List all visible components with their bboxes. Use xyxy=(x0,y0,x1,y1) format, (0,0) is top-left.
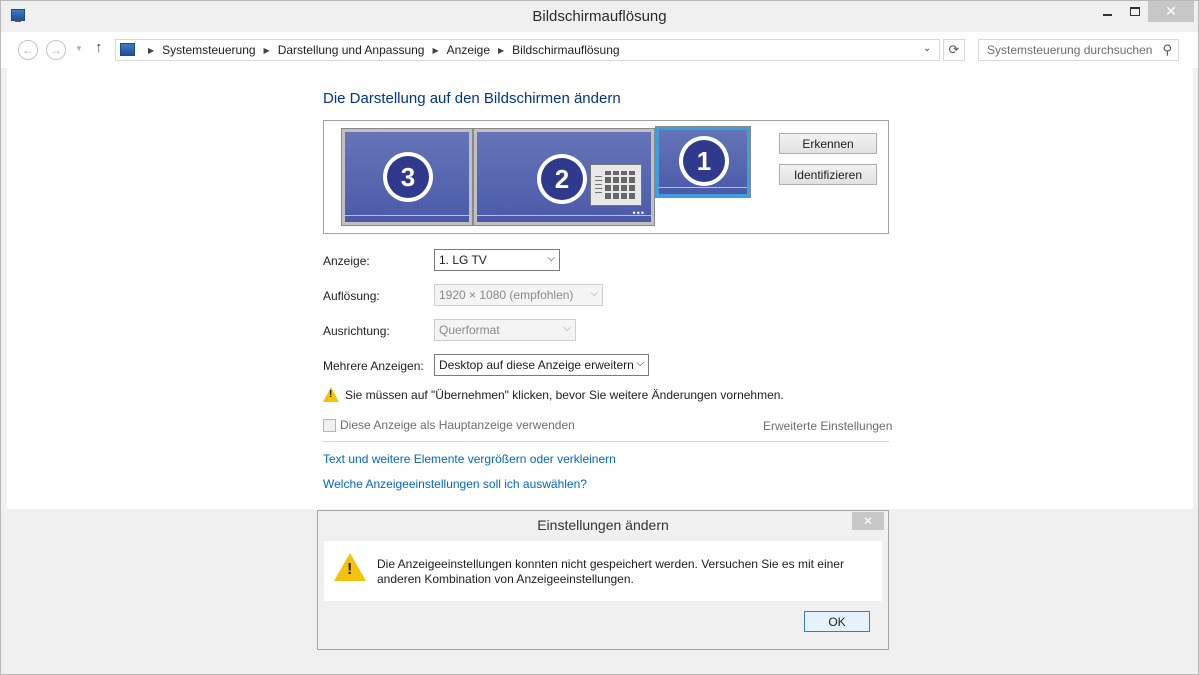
advanced-settings-link[interactable]: Erweiterte Einstellungen xyxy=(763,419,892,433)
monitor-1-selected[interactable]: 1 xyxy=(655,126,751,198)
multiple-displays-select-value: Desktop auf diese Anzeige erweitern xyxy=(439,358,634,372)
main-display-checkbox xyxy=(323,418,336,432)
up-button[interactable]: ↑ xyxy=(95,39,103,56)
orientation-select: Querformat ⌵ xyxy=(434,319,576,341)
warning-icon xyxy=(334,553,366,581)
main-content: Die Darstellung auf den Bildschirmen änd… xyxy=(7,68,1193,509)
text-size-link[interactable]: Text und weitere Elemente vergrößern ode… xyxy=(323,452,616,466)
monitor-number: 3 xyxy=(387,156,429,198)
arrow-right-icon: → xyxy=(50,43,62,57)
recent-locations-dropdown[interactable]: ▼ xyxy=(75,44,83,53)
search-icon[interactable]: ⚲ xyxy=(1162,42,1172,58)
identify-button[interactable]: Identifizieren xyxy=(779,164,877,185)
breadcrumb-item-anzeige[interactable]: Anzeige xyxy=(447,43,490,57)
warning-text: Sie müssen auf "Übernehmen" klicken, bev… xyxy=(345,387,784,402)
monitor-3[interactable]: 3 xyxy=(341,128,473,226)
chevron-right-icon[interactable]: ▶ xyxy=(148,46,154,55)
dialog-body: Die Anzeigeeinstellungen konnten nicht g… xyxy=(324,541,882,601)
taskbar-line xyxy=(477,215,651,216)
multiple-displays-select[interactable]: Desktop auf diese Anzeige erweitern ⌵ xyxy=(434,354,649,376)
chevron-right-icon[interactable]: ▶ xyxy=(264,46,270,55)
address-bar[interactable]: ▶ Systemsteuerung ▶ Darstellung und Anpa… xyxy=(115,39,940,61)
display-select[interactable]: 1. LG TV ⌵ xyxy=(434,249,560,271)
display-label: Anzeige: xyxy=(323,254,370,268)
orientation-label: Ausrichtung: xyxy=(323,324,390,338)
display-select-value: 1. LG TV xyxy=(439,253,487,267)
more-dots-icon: ••• xyxy=(632,208,645,218)
window-title: Bildschirmauflösung xyxy=(532,8,667,25)
tile-grid xyxy=(605,171,637,199)
refresh-icon: ⟳ xyxy=(948,42,960,57)
dialog-title: Einstellungen ändern xyxy=(537,517,669,533)
apply-warning: Sie müssen auf "Übernehmen" klicken, bev… xyxy=(323,387,784,402)
window: Bildschirmauflösung ✕ ← → ▼ ↑ ▶ Systemst… xyxy=(0,0,1199,675)
main-display-option: Diese Anzeige als Hauptanzeige verwenden xyxy=(323,418,575,432)
warning-icon xyxy=(323,387,339,402)
minimize-icon xyxy=(1103,13,1112,16)
breadcrumb-item-darstellung[interactable]: Darstellung und Anpassung xyxy=(278,43,425,57)
dialog-close-button[interactable]: ✕ xyxy=(852,512,884,530)
minimize-button[interactable] xyxy=(1094,1,1121,22)
monitor-number-badge: 1 xyxy=(679,136,729,186)
navigation-bar: ← → ▼ ↑ ▶ Systemsteuerung ▶ Darstellung … xyxy=(1,32,1198,68)
monitor-2[interactable]: 2 ••• xyxy=(473,128,655,226)
chevron-down-icon: ⌵ xyxy=(547,253,555,264)
control-panel-icon xyxy=(120,43,135,56)
resolution-label: Auflösung: xyxy=(323,289,380,303)
list-lines xyxy=(595,173,602,193)
maximize-icon xyxy=(1129,7,1140,16)
chevron-down-icon: ⌵ xyxy=(636,358,644,369)
monitor-arrangement: 3 2 ••• 1 Erkennen Identifizieren xyxy=(323,120,889,234)
monitor-number: 1 xyxy=(683,140,725,182)
ok-button[interactable]: OK xyxy=(804,611,870,632)
breadcrumb: ▶ Systemsteuerung ▶ Darstellung und Anpa… xyxy=(140,43,620,57)
search-input[interactable]: Systemsteuerung durchsuchen ⚲ xyxy=(978,39,1179,61)
divider xyxy=(323,441,889,442)
start-screen-icon xyxy=(590,164,642,206)
main-display-checkbox-label: Diese Anzeige als Hauptanzeige verwenden xyxy=(340,418,575,432)
close-icon: ✕ xyxy=(1165,3,1177,19)
back-button[interactable]: ← xyxy=(18,40,38,60)
which-settings-link[interactable]: Welche Anzeigeeinstellungen soll ich aus… xyxy=(323,477,587,491)
detect-button[interactable]: Erkennen xyxy=(779,133,877,154)
forward-button[interactable]: → xyxy=(46,40,66,60)
chevron-right-icon[interactable]: ▶ xyxy=(498,46,504,55)
arrow-up-icon: ↑ xyxy=(95,39,103,56)
chevron-down-icon: ⌵ xyxy=(590,288,598,299)
resolution-select: 1920 × 1080 (empfohlen) ⌵ xyxy=(434,284,603,306)
taskbar-line xyxy=(345,215,469,216)
multiple-displays-label: Mehrere Anzeigen: xyxy=(323,359,424,373)
orientation-select-value: Querformat xyxy=(439,323,500,337)
breadcrumb-item-bildschirmaufloesung[interactable]: Bildschirmauflösung xyxy=(512,43,619,57)
refresh-button[interactable]: ⟳ xyxy=(943,39,965,61)
close-icon: ✕ xyxy=(862,514,874,528)
taskbar-line xyxy=(659,187,747,188)
arrow-left-icon: ← xyxy=(22,43,34,57)
error-dialog: Einstellungen ändern ✕ Die Anzeigeeinste… xyxy=(317,510,889,650)
maximize-button[interactable] xyxy=(1121,1,1148,22)
page-title: Die Darstellung auf den Bildschirmen änd… xyxy=(323,90,621,107)
chevron-down-icon: ⌵ xyxy=(563,323,571,334)
monitor-number-badge: 3 xyxy=(383,152,433,202)
resolution-select-value: 1920 × 1080 (empfohlen) xyxy=(439,288,574,302)
breadcrumb-item-systemsteuerung[interactable]: Systemsteuerung xyxy=(162,43,255,57)
title-bar: Bildschirmauflösung ✕ xyxy=(1,1,1198,32)
dialog-message: Die Anzeigeeinstellungen konnten nicht g… xyxy=(377,557,844,586)
monitor-number-badge: 2 xyxy=(537,154,587,204)
chevron-down-icon[interactable]: ⌄ xyxy=(923,43,931,54)
close-button[interactable]: ✕ xyxy=(1148,1,1194,22)
monitor-number: 2 xyxy=(541,158,583,200)
chevron-right-icon[interactable]: ▶ xyxy=(432,46,438,55)
search-placeholder: Systemsteuerung durchsuchen xyxy=(987,43,1153,57)
